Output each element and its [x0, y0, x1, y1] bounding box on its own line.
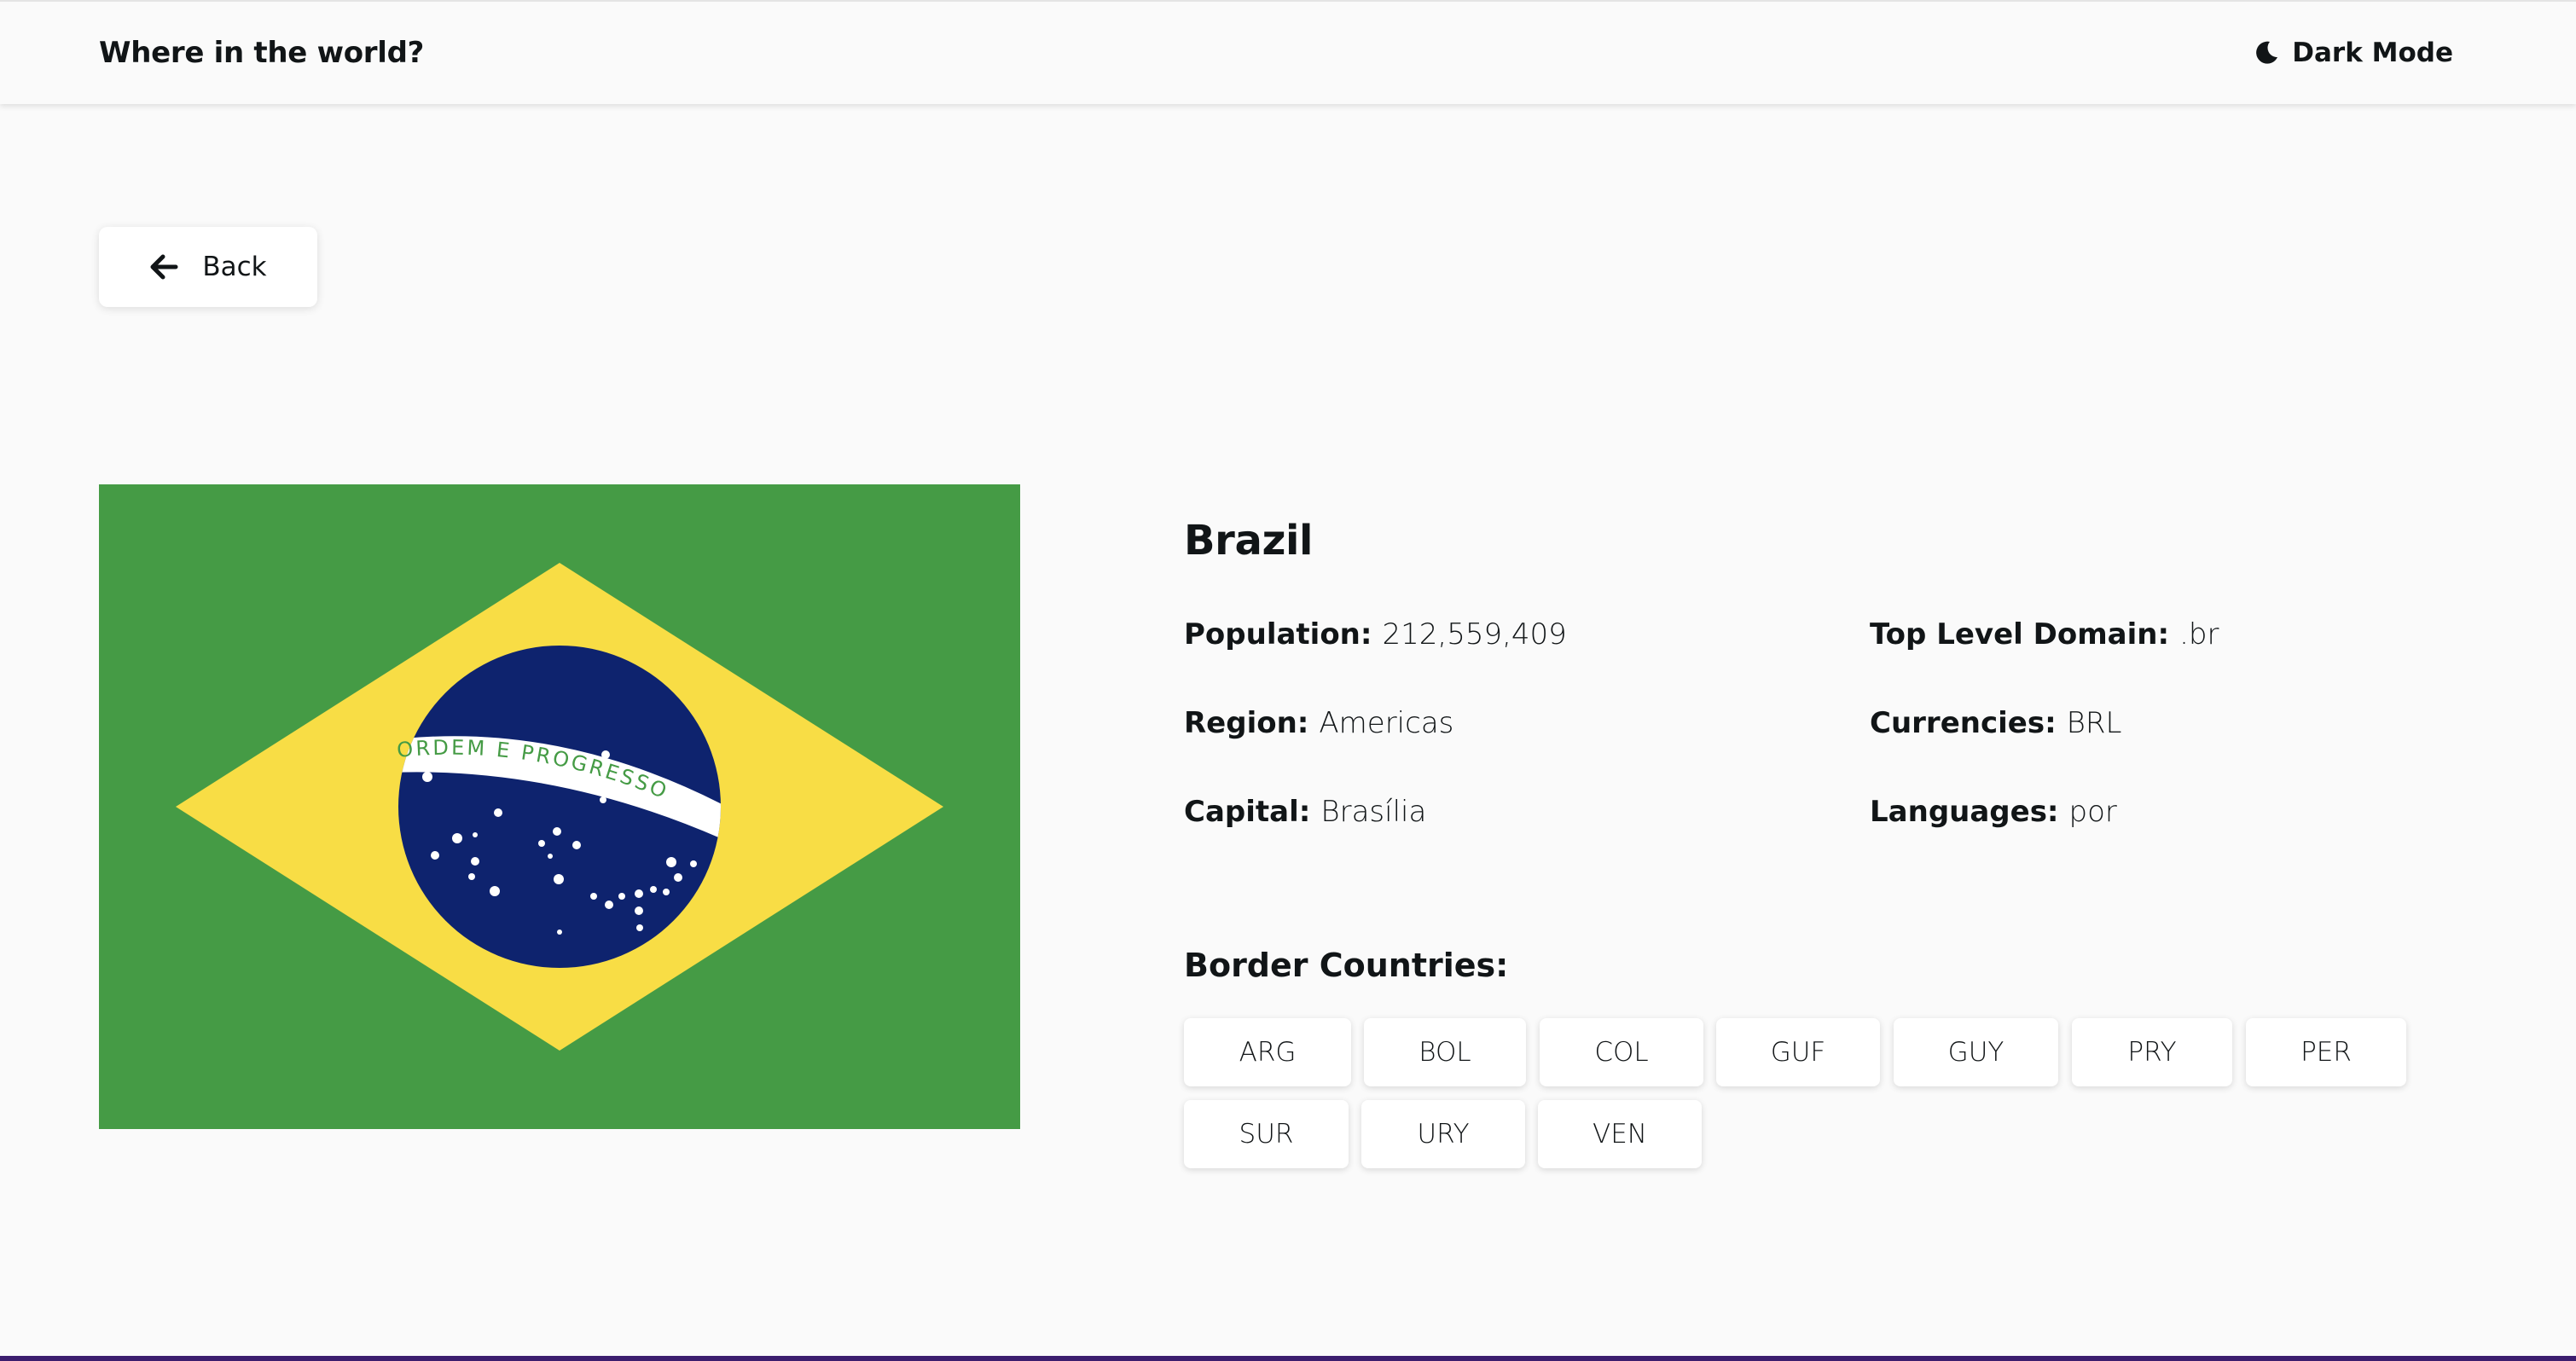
info-label: Capital: — [1184, 795, 1311, 829]
info-top-level-domain: Top Level Domain: .br — [1870, 617, 2219, 706]
info-value: 212,559,409 — [1382, 617, 1567, 652]
border-country-chip[interactable]: GUY — [1894, 1018, 2058, 1086]
info-value: BRL — [2066, 706, 2122, 740]
country-details: Brazil Population: 212,559,409 Region: Ame… — [1184, 512, 2480, 1168]
country-flag: ORDEM E PROGRESSO — [99, 484, 1020, 1129]
country-info: Population: 212,559,409 Region: Americas C… — [1184, 617, 2480, 865]
border-countries-title: Border Countries: — [1184, 947, 1509, 984]
info-value: .br — [2179, 617, 2219, 652]
window-bottom-edge — [0, 1356, 2576, 1361]
arrow-left-icon — [149, 254, 178, 280]
info-value: Americas — [1319, 706, 1454, 740]
country-detail-page: Where in the world? Dark Mode Back ORDEM… — [0, 0, 2576, 1361]
info-languages: Languages: por — [1870, 795, 2219, 883]
info-value: por — [2068, 795, 2117, 829]
info-label: Region: — [1184, 706, 1309, 740]
info-label: Top Level Domain: — [1870, 617, 2170, 652]
border-country-chip[interactable]: VEN — [1538, 1100, 1702, 1168]
info-currencies: Currencies: BRL — [1870, 706, 2219, 795]
info-capital: Capital: Brasília — [1184, 795, 1567, 883]
info-population: Population: 212,559,409 — [1184, 617, 1567, 706]
info-label: Languages: — [1870, 795, 2059, 829]
border-country-chip[interactable]: ARG — [1184, 1018, 1351, 1086]
info-label: Currencies: — [1870, 706, 2057, 740]
site-title: Where in the world? — [99, 36, 425, 70]
info-column-left: Population: 212,559,409 Region: Americas C… — [1184, 617, 1567, 883]
moon-icon — [2253, 39, 2280, 67]
country-name: Brazil — [1184, 517, 1314, 565]
info-column-right: Top Level Domain: .br Currencies: BRL Lang… — [1870, 617, 2219, 883]
top-header: Where in the world? Dark Mode — [0, 0, 2576, 104]
dark-mode-label: Dark Mode — [2292, 38, 2453, 68]
border-country-chip[interactable]: GUF — [1716, 1018, 1880, 1086]
border-country-chip[interactable]: PRY — [2072, 1018, 2232, 1086]
back-button-label: Back — [202, 252, 267, 282]
info-value: Brasília — [1320, 795, 1427, 829]
border-country-chip[interactable]: PER — [2246, 1018, 2406, 1086]
border-country-chip[interactable]: COL — [1540, 1018, 1703, 1086]
back-button[interactable]: Back — [99, 227, 317, 307]
info-region: Region: Americas — [1184, 706, 1567, 795]
border-country-chip[interactable]: URY — [1361, 1100, 1525, 1168]
info-label: Population: — [1184, 617, 1372, 652]
border-country-chip[interactable]: BOL — [1364, 1018, 1526, 1086]
dark-mode-toggle[interactable]: Dark Mode — [2253, 38, 2453, 68]
border-country-chip[interactable]: SUR — [1184, 1100, 1349, 1168]
